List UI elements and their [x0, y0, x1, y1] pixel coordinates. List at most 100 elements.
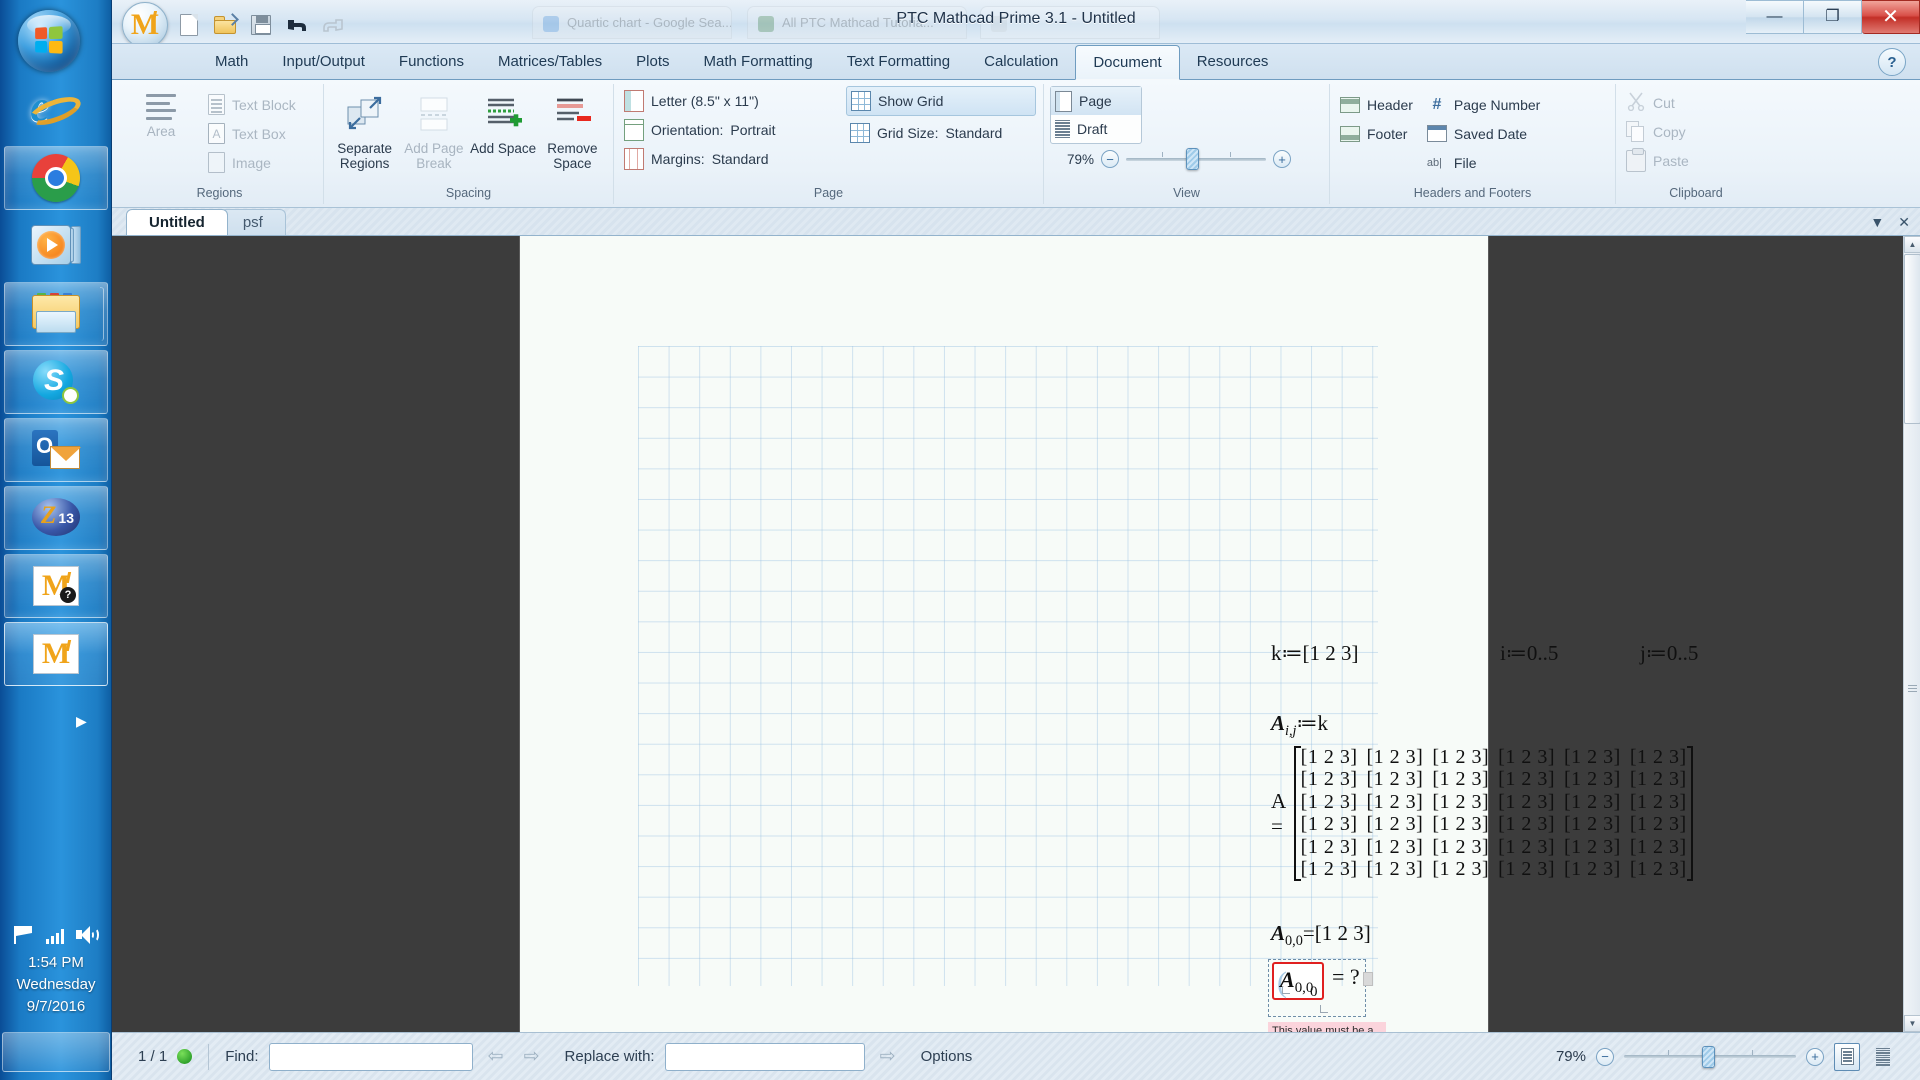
view-mode-draft[interactable]: Draft [1051, 115, 1141, 143]
taskbar-item-mathcad-help[interactable]: M ? [4, 554, 108, 618]
tab-matrices-tables[interactable]: Matrices/Tables [481, 45, 619, 79]
orientation-dropdown[interactable]: Orientation: Portrait [620, 115, 838, 144]
view-mode-page[interactable]: Page [1051, 87, 1141, 115]
taskbar-item-outlook[interactable] [4, 418, 108, 482]
saved-date-dropdown[interactable]: Saved Date [1423, 119, 1559, 148]
taskbar-item-zoiper[interactable]: Z 13 [4, 486, 108, 550]
clock-time[interactable]: 1:54 PM [0, 952, 112, 974]
copy-button[interactable]: Copy [1622, 117, 1690, 146]
tab-math-formatting[interactable]: Math Formatting [687, 45, 830, 79]
show-grid-toggle[interactable]: Show Grid [846, 86, 1036, 116]
draft-view-icon [1055, 119, 1070, 139]
footer-button[interactable]: Footer [1336, 119, 1417, 148]
taskbar-item-mathcad[interactable]: M [4, 622, 108, 686]
text-block-button[interactable]: Text Block [204, 90, 300, 119]
replace-next-button[interactable]: ⇨ [875, 1046, 901, 1068]
status-view-page-button[interactable] [1834, 1042, 1860, 1071]
paste-button[interactable]: Paste [1622, 146, 1693, 175]
find-previous-button[interactable]: ⇦ [483, 1046, 509, 1068]
taskbar-item-google-chrome[interactable] [4, 146, 108, 210]
result-placeholder-box[interactable] [1362, 972, 1373, 986]
tab-document[interactable]: Document [1075, 45, 1180, 80]
header-button[interactable]: Header [1336, 90, 1417, 119]
margins-dropdown[interactable]: Margins: Standard [620, 144, 838, 173]
expression-i-range[interactable]: i≔0..5 [1500, 641, 1558, 666]
volume-speaker-icon[interactable] [76, 926, 99, 944]
clock-day[interactable]: Wednesday [0, 974, 112, 996]
image-button[interactable]: Image [204, 148, 300, 177]
network-signal-icon[interactable] [46, 928, 64, 944]
tab-resources[interactable]: Resources [1180, 45, 1286, 79]
scroll-up-button[interactable]: ▲ [1904, 236, 1920, 253]
taskbar-item-skype[interactable]: S [4, 350, 108, 414]
taskbar-overflow-arrow-icon[interactable]: ▶ [76, 713, 87, 730]
close-button[interactable]: ✕ [1862, 0, 1920, 34]
new-document-button[interactable] [174, 10, 204, 40]
tab-plots[interactable]: Plots [619, 45, 686, 79]
worksheet-tab-psf[interactable]: psf [219, 209, 286, 235]
tab-input-output[interactable]: Input/Output [265, 45, 382, 79]
help-button[interactable]: ? [1878, 48, 1906, 76]
page-number-dropdown[interactable]: # Page Number [1423, 90, 1559, 119]
status-zoom-in-button[interactable]: + [1806, 1047, 1824, 1066]
cut-button[interactable]: Cut [1622, 88, 1679, 117]
find-input[interactable] [268, 1042, 473, 1071]
ribbon-zoom-out-button[interactable]: − [1101, 150, 1119, 168]
find-next-button[interactable]: ⇨ [519, 1046, 545, 1068]
paper-size-dropdown[interactable]: Letter (8.5" x 11") [620, 86, 838, 115]
error-outer-placeholder[interactable] [1320, 1001, 1328, 1016]
expression-a-matrix-result[interactable]: A = [1 2 3] [1 2 3] [1 2 3] [1 2 3] [1 2… [1271, 746, 1693, 881]
undo-button[interactable] [282, 10, 312, 40]
ribbon-zoom-slider[interactable] [1126, 148, 1266, 170]
close-worksheet-icon[interactable]: ✕ [1898, 214, 1910, 231]
add-space-button[interactable]: Add Space [469, 90, 538, 156]
redo-button[interactable] [318, 10, 348, 40]
expression-k-definition[interactable]: k≔[1 2 3] [1271, 641, 1359, 666]
taskbar-item-windows-media-player[interactable] [4, 214, 108, 278]
status-zoom-out-button[interactable]: − [1596, 1047, 1614, 1066]
area-button[interactable]: Area [122, 90, 200, 139]
document-page[interactable]: k≔[1 2 3] i≔0..5 j≔0..5 Ai,j≔k A = [1 2 … [520, 236, 1698, 1032]
footer-label: Footer [1367, 125, 1408, 142]
vertical-scrollbar-thumb[interactable] [1904, 254, 1920, 424]
taskbar-item-internet-explorer[interactable]: e [4, 78, 108, 142]
status-view-draft-button[interactable] [1870, 1043, 1896, 1071]
text-box-button[interactable]: A Text Box [204, 119, 300, 148]
add-page-break-button[interactable]: Add Page Break [399, 90, 468, 171]
clock-date[interactable]: 9/7/2016 [0, 996, 112, 1018]
expression-j-range[interactable]: j≔0..5 [1640, 641, 1698, 666]
separate-regions-button[interactable]: Separate Regions [330, 90, 399, 171]
mathcad-app-button[interactable]: M [122, 2, 168, 43]
worksheet-tab-untitled[interactable]: Untitled [126, 209, 228, 235]
ribbon-zoom-slider-thumb[interactable] [1186, 148, 1199, 170]
expression-a-assignment[interactable]: Ai,j≔k [1271, 711, 1328, 740]
tab-math[interactable]: Math [198, 45, 265, 79]
worksheet-canvas[interactable]: k≔[1 2 3] i≔0..5 j≔0..5 Ai,j≔k A = [1 2 … [112, 236, 1920, 1032]
tab-text-formatting[interactable]: Text Formatting [830, 45, 967, 79]
save-document-button[interactable] [246, 10, 276, 40]
grid-size-dropdown[interactable]: Grid Size: Standard [846, 118, 1036, 147]
minimize-button[interactable]: — [1746, 0, 1804, 34]
file-dropdown[interactable]: ab| File [1423, 148, 1559, 177]
vertical-scrollbar[interactable]: ▲ ▼ [1903, 236, 1920, 1032]
expression-a00-evaluation[interactable]: A0,0=[1 2 3] [1271, 921, 1371, 950]
options-button[interactable]: Options [921, 1048, 973, 1065]
empty-placeholder-icon[interactable] [1282, 986, 1290, 994]
start-button[interactable] [10, 8, 88, 74]
action-center-flag-icon[interactable] [14, 926, 34, 944]
ribbon-zoom-in-button[interactable]: + [1273, 150, 1291, 168]
scrollbar-split-grip[interactable] [1904, 681, 1920, 695]
tab-functions[interactable]: Functions [382, 45, 481, 79]
status-zoom-slider-thumb[interactable] [1702, 1045, 1715, 1068]
open-document-button[interactable] [210, 10, 240, 40]
remove-space-button[interactable]: Remove Space [538, 90, 607, 171]
scroll-down-button[interactable]: ▼ [1904, 1015, 1920, 1032]
tab-calculation[interactable]: Calculation [967, 45, 1075, 79]
minimize-worksheet-icon[interactable]: ▼ [1870, 214, 1884, 231]
taskbar-item-file-explorer[interactable] [4, 282, 108, 346]
status-zoom-slider[interactable] [1624, 1045, 1796, 1068]
replace-input[interactable] [664, 1042, 865, 1071]
open-folder-icon [214, 13, 239, 34]
restore-button[interactable]: ❐ [1804, 0, 1862, 34]
show-desktop-button[interactable] [2, 1032, 110, 1072]
